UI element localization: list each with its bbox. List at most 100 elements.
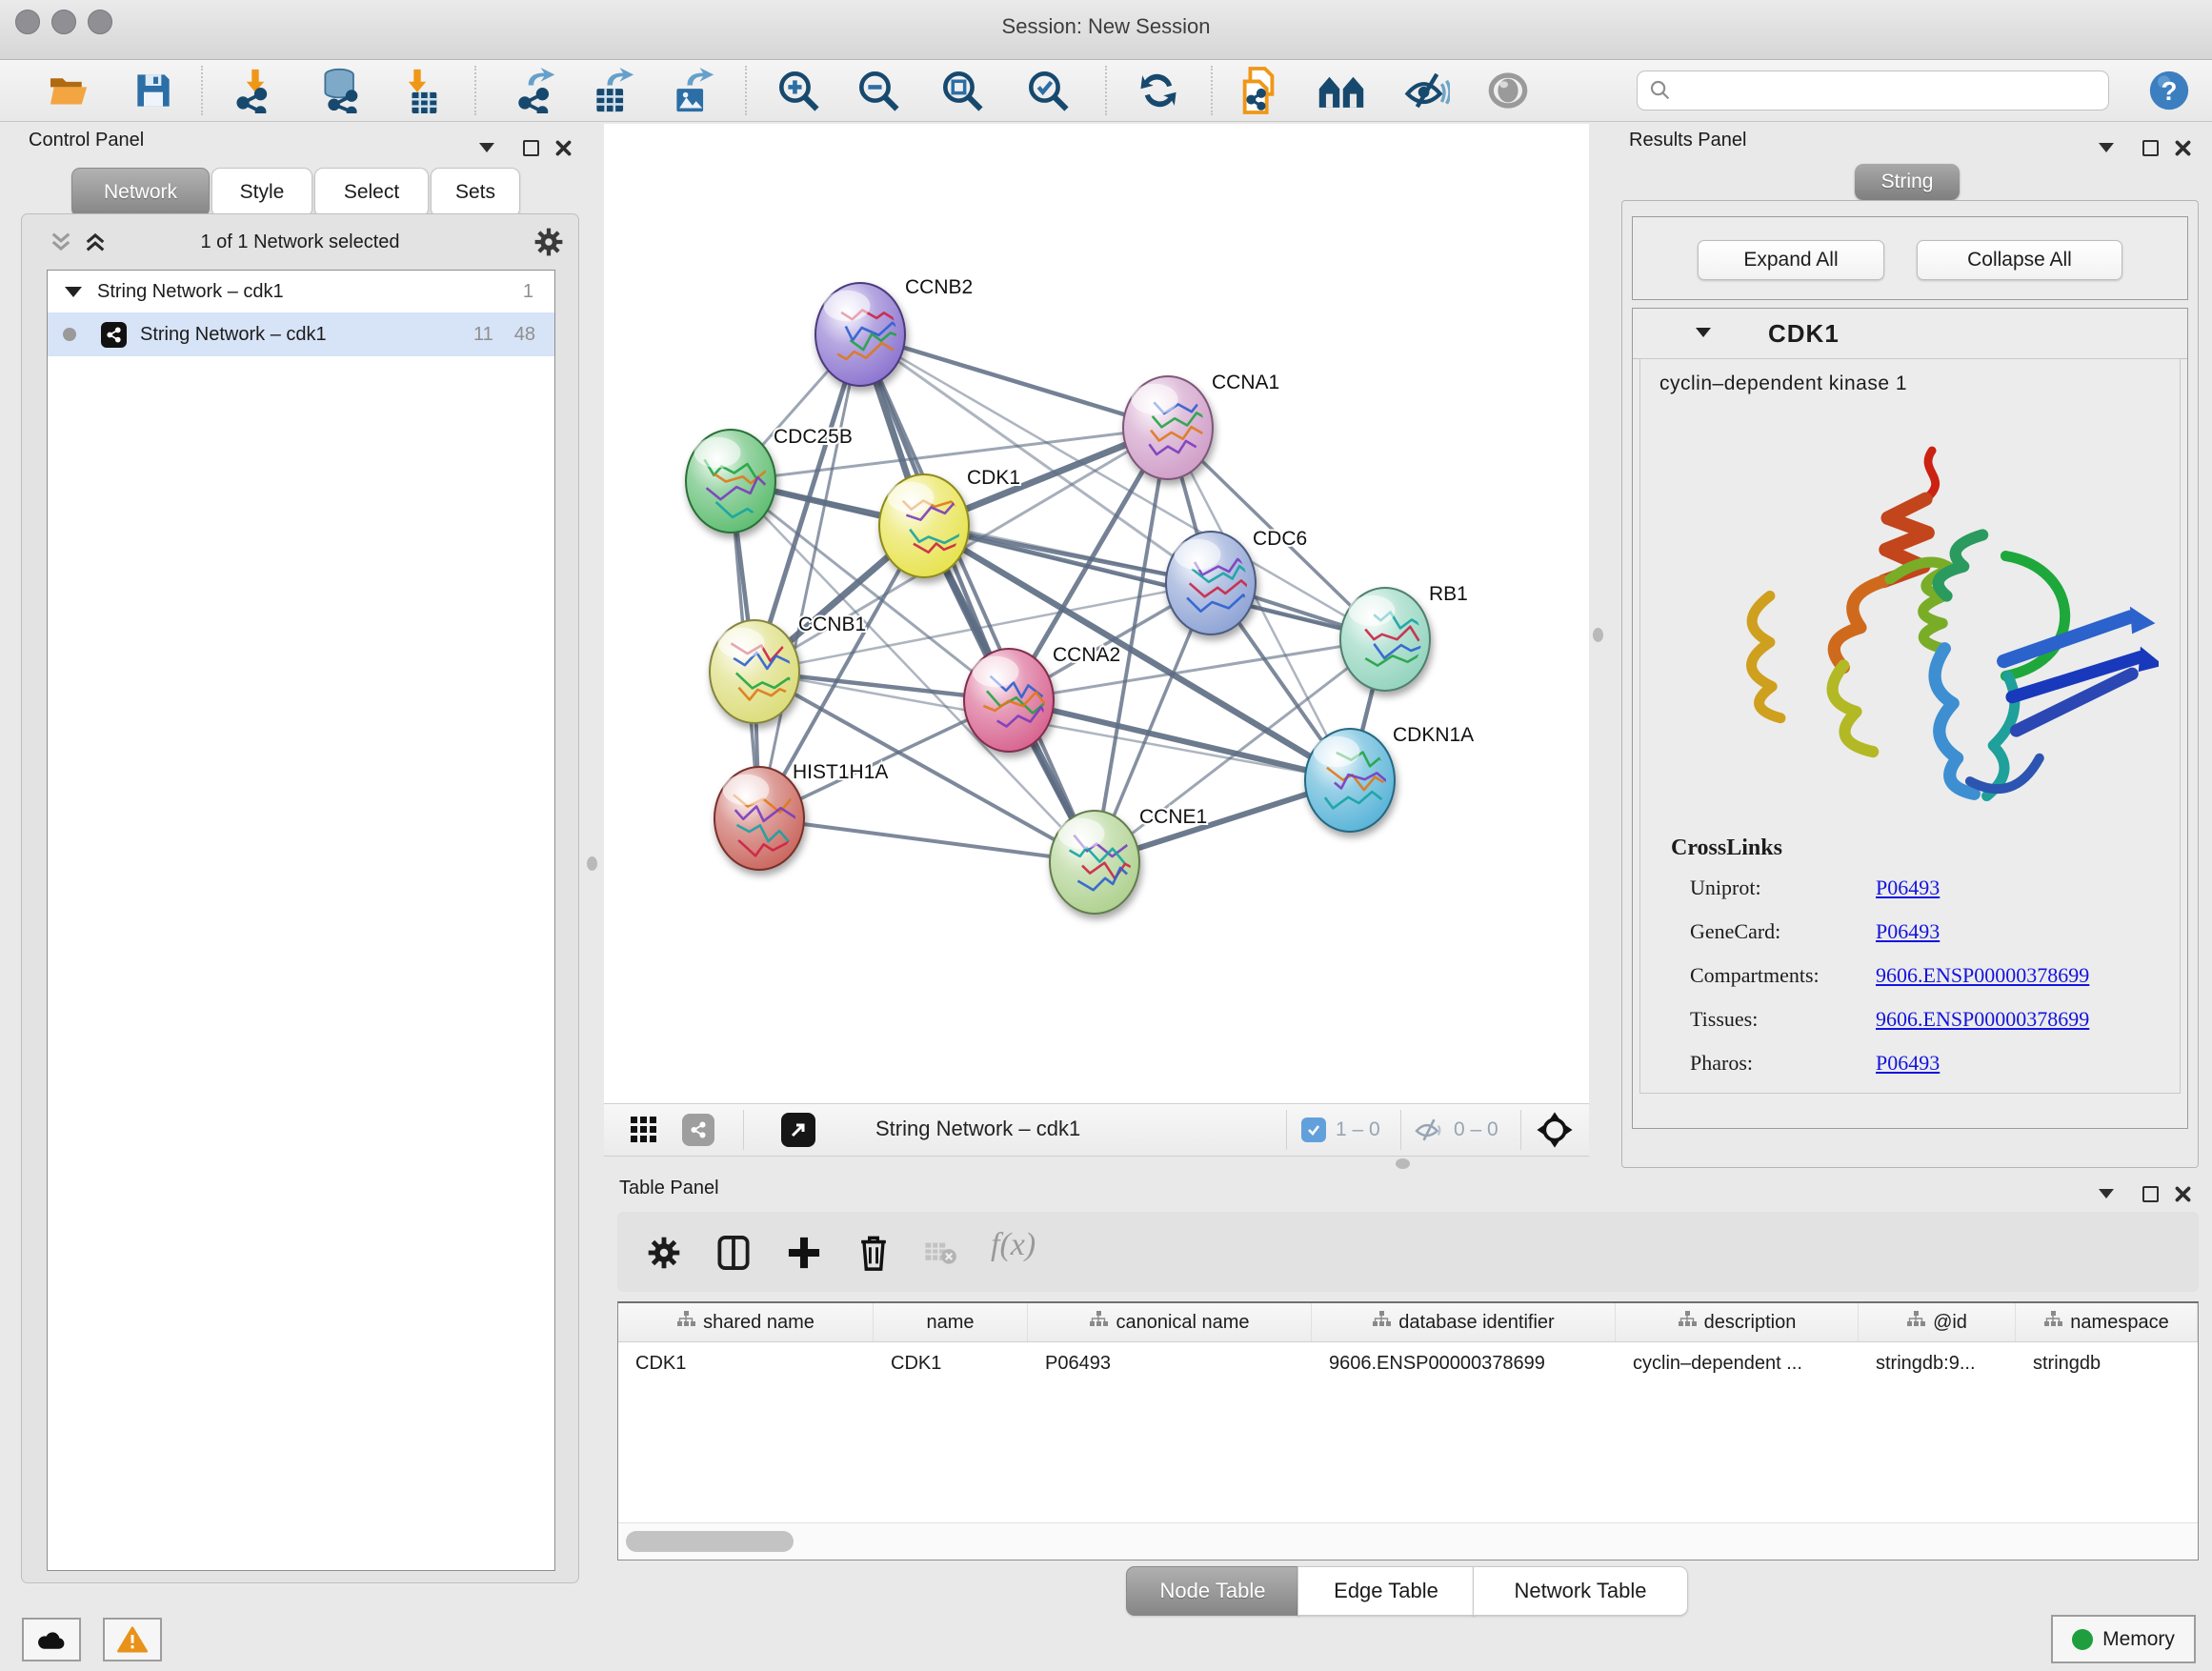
node-CCNB2[interactable]: CCNB2 <box>815 276 973 386</box>
table-cell[interactable]: P06493 <box>1028 1342 1312 1384</box>
protein-card-header[interactable]: CDK1 <box>1633 309 2187 359</box>
export-table-button[interactable] <box>589 67 636 114</box>
node-CDK1[interactable]: CDK1 <box>879 467 1020 577</box>
table-settings-button[interactable] <box>648 1237 680 1274</box>
tab-network[interactable]: Network <box>71 168 210 217</box>
node-CCNA1[interactable]: CCNA1 <box>1123 372 1279 479</box>
tab-string[interactable]: String <box>1855 164 1960 200</box>
network-options-gear-button[interactable] <box>534 228 563 261</box>
collapse-caret-icon[interactable] <box>1696 328 1711 337</box>
hide-selected-button[interactable] <box>1403 67 1451 114</box>
column-header-namespace[interactable]: namespace <box>2016 1303 2198 1341</box>
tab-edge-table[interactable]: Edge Table <box>1297 1566 1475 1616</box>
zoom-out-button[interactable] <box>855 67 902 114</box>
column-header-canonical-name[interactable]: canonical name <box>1028 1303 1312 1341</box>
delete-column-button[interactable] <box>857 1234 890 1277</box>
edge-CCNA2-CDKN1A[interactable] <box>1009 700 1350 780</box>
tab-style[interactable]: Style <box>211 168 312 217</box>
detach-view-button[interactable] <box>781 1113 815 1147</box>
results-panel-float-button[interactable] <box>2138 135 2162 160</box>
zoom-in-button[interactable] <box>774 67 822 114</box>
network-tree-selected-row[interactable]: String Network – cdk1 11 48 <box>48 312 554 356</box>
clone-network-button[interactable] <box>1236 67 1283 114</box>
table-cell[interactable]: CDK1 <box>874 1342 1028 1384</box>
save-session-button[interactable] <box>130 67 177 114</box>
crosslink-link[interactable]: P06493 <box>1876 919 1940 944</box>
import-network-database-button[interactable] <box>317 67 365 114</box>
control-panel-menu-button[interactable] <box>474 135 499 160</box>
tab-select[interactable]: Select <box>314 168 429 217</box>
edge-CCNB2-CCNE1[interactable] <box>860 334 1095 862</box>
apply-layout-button[interactable] <box>1135 67 1182 114</box>
node-CDC25B[interactable]: CDC25B <box>686 426 853 533</box>
edge-CCNB2-HIST1H1A[interactable] <box>759 334 860 818</box>
tree-expand-caret-icon[interactable] <box>65 287 82 297</box>
tab-sets[interactable]: Sets <box>431 168 520 217</box>
export-network-button[interactable] <box>512 67 559 114</box>
tab-node-table[interactable]: Node Table <box>1126 1566 1299 1616</box>
results-panel-title: Results Panel <box>1629 130 1746 151</box>
table-row[interactable]: CDK1CDK1P064939606.ENSP00000378699cyclin… <box>618 1342 2198 1384</box>
column-header-name[interactable]: name <box>874 1303 1028 1341</box>
crosslink-link[interactable]: 9606.ENSP00000378699 <box>1876 963 2089 988</box>
table-panel-menu-button[interactable] <box>2094 1181 2119 1206</box>
delete-table-button[interactable] <box>924 1240 956 1270</box>
function-builder-button[interactable]: f(x) <box>991 1227 1036 1263</box>
help-button[interactable]: ? <box>2145 67 2193 114</box>
edge-HIST1H1A-CCNE1[interactable] <box>759 818 1095 862</box>
table-cell[interactable]: stringdb:9... <box>1859 1342 2016 1384</box>
horizontal-splitter-handle[interactable] <box>1396 1158 1410 1169</box>
cloud-status-button[interactable] <box>22 1618 81 1661</box>
node-RB1[interactable]: RB1 <box>1340 583 1468 691</box>
right-splitter-handle[interactable] <box>1593 628 1603 642</box>
open-session-button[interactable] <box>46 67 93 114</box>
create-column-button[interactable] <box>787 1235 821 1276</box>
table-cell[interactable]: 9606.ENSP00000378699 <box>1312 1342 1616 1384</box>
column-header--id[interactable]: @id <box>1859 1303 2016 1341</box>
network-canvas[interactable]: CCNB2CCNA1CDC25BCDK1CDC6RB1CCNB1CCNA2CDK… <box>604 124 1589 1103</box>
table-panel-float-button[interactable] <box>2138 1181 2162 1206</box>
export-image-button[interactable] <box>669 67 716 114</box>
expand-all-button[interactable]: Expand All <box>1698 240 1884 280</box>
import-table-file-button[interactable] <box>393 67 441 114</box>
zoom-fit-button[interactable] <box>938 67 986 114</box>
zoom-selected-button[interactable] <box>1024 67 1072 114</box>
search-input[interactable] <box>1637 70 2109 111</box>
network-graph[interactable]: CCNB2CCNA1CDC25BCDK1CDC6RB1CCNB1CCNA2CDK… <box>604 124 1589 1103</box>
import-network-file-button[interactable] <box>231 67 279 114</box>
selected-checkbox-icon[interactable] <box>1301 1117 1326 1142</box>
network-tree-root-row[interactable]: String Network – cdk1 1 <box>48 271 554 312</box>
crosslink-link[interactable]: P06493 <box>1876 1051 1940 1076</box>
node-CDKN1A[interactable]: CDKN1A <box>1305 724 1474 832</box>
show-columns-button[interactable] <box>716 1235 751 1276</box>
table-cell[interactable]: stringdb <box>2016 1342 2198 1384</box>
table-cell[interactable]: cyclin–dependent ... <box>1616 1342 1859 1384</box>
column-header-shared-name[interactable]: shared name <box>618 1303 874 1341</box>
grid-view-icon[interactable] <box>631 1117 657 1143</box>
control-panel-close-button[interactable] <box>551 135 575 160</box>
warnings-status-button[interactable] <box>103 1618 162 1661</box>
fit-selected-crosshair-button[interactable] <box>1536 1111 1574 1154</box>
node-HIST1H1A[interactable]: HIST1H1A <box>714 761 888 870</box>
crosslink-link[interactable]: 9606.ENSP00000378699 <box>1876 1007 2089 1032</box>
table-horizontal-scrollbar[interactable] <box>618 1522 2198 1560</box>
tab-network-table[interactable]: Network Table <box>1473 1566 1688 1616</box>
node-CCNE1[interactable]: CCNE1 <box>1050 806 1207 914</box>
collapse-all-button[interactable]: Collapse All <box>1917 240 2122 280</box>
column-header-description[interactable]: description <box>1616 1303 1859 1341</box>
table-panel-close-button[interactable] <box>2170 1181 2195 1206</box>
left-splitter-handle[interactable] <box>587 856 597 871</box>
edge-CCNB2-CCNA1[interactable] <box>860 334 1168 428</box>
network-overview-toggle[interactable] <box>682 1114 714 1146</box>
first-neighbors-button[interactable] <box>1317 67 1365 114</box>
show-all-button[interactable] <box>1484 67 1532 114</box>
table-cell[interactable]: CDK1 <box>618 1342 874 1384</box>
results-panel-menu-button[interactable] <box>2094 135 2119 160</box>
column-header-database-identifier[interactable]: database identifier <box>1312 1303 1616 1341</box>
scrollbar-thumb[interactable] <box>626 1531 794 1552</box>
memory-status-button[interactable]: Memory <box>2051 1615 2196 1663</box>
crosslink-link[interactable]: P06493 <box>1876 876 1940 900</box>
results-panel-close-button[interactable] <box>2170 135 2195 160</box>
node-CCNA2[interactable]: CCNA2 <box>964 644 1120 752</box>
control-panel-float-button[interactable] <box>518 135 543 160</box>
